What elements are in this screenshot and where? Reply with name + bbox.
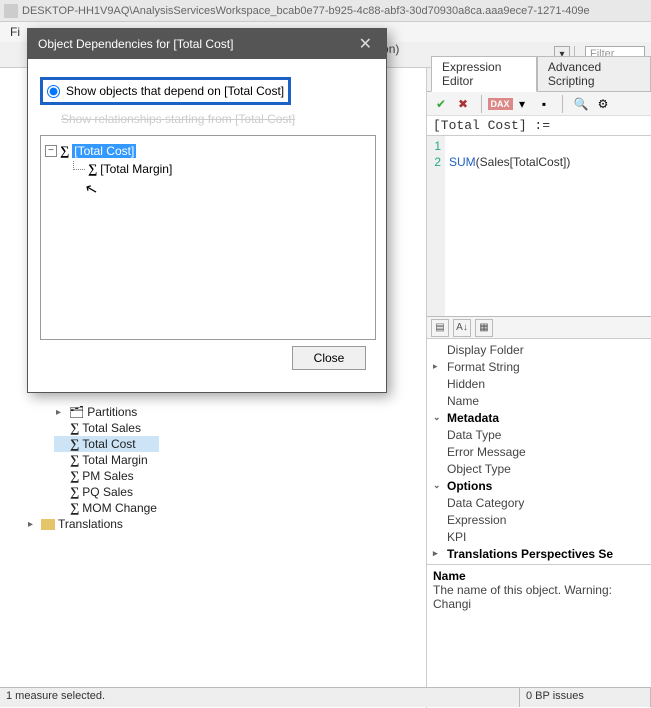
expander-icon[interactable]: ▸ — [56, 407, 66, 418]
radio-relationships[interactable]: Show relationships starting from [Total … — [40, 109, 376, 129]
expression-header: [Total Cost] := — [427, 116, 651, 136]
status-right: 0 BP issues — [520, 688, 651, 707]
tab-expression-editor[interactable]: Expression Editor — [431, 56, 537, 92]
sigma-icon: ∑ — [70, 420, 79, 436]
tree-connector — [73, 161, 85, 170]
tree-partitions[interactable]: ▸ 🗂 Partitions — [54, 404, 159, 420]
code-line-2: SUM(Sales[TotalCost]) — [449, 154, 570, 170]
dep-child-row[interactable]: ∑ [Total Margin] — [45, 160, 371, 178]
properties-toolbar: ▤ A↓ ▦ — [427, 317, 651, 339]
close-icon[interactable]: ✕ — [355, 34, 376, 54]
accept-icon[interactable]: ✔ — [433, 96, 449, 112]
cursor-icon: ↖ — [83, 179, 100, 200]
measure-row[interactable]: ∑ PQ Sales — [54, 484, 159, 500]
object-dependencies-dialog: Object Dependencies for [Total Cost] ✕ S… — [27, 28, 387, 393]
alphabetical-icon[interactable]: A↓ — [453, 319, 471, 337]
tab-advanced-scripting[interactable]: Advanced Scripting — [537, 56, 651, 91]
find-icon[interactable]: 🔍 — [573, 96, 589, 112]
code-area[interactable]: SUM(Sales[TotalCost]) — [445, 136, 574, 316]
dialog-titlebar[interactable]: Object Dependencies for [Total Cost] ✕ — [28, 29, 386, 59]
status-left: 1 measure selected. — [0, 688, 520, 707]
dialog-title: Object Dependencies for [Total Cost] — [38, 37, 355, 51]
expression-editor[interactable]: 1 2 SUM(Sales[TotalCost]) — [427, 136, 651, 316]
divider — [481, 95, 482, 113]
radio-dependents-highlighted[interactable]: Show objects that depend on [Total Cost] — [40, 77, 291, 105]
sigma-icon: ∑ — [88, 161, 97, 177]
model-tree: ▸ 🗂 Partitions ∑ Total Sales ∑ Total Cos… — [54, 404, 159, 532]
expression-toolbar: ✔ ✖ DAX ▾ ▪ 🔍 ⚙ — [427, 92, 651, 116]
window-titlebar: DESKTOP-HH1V9AQ\AnalysisServicesWorkspac… — [0, 0, 651, 22]
comment-icon[interactable]: ▪ — [536, 96, 552, 112]
dep-root-label: [Total Cost] — [72, 144, 136, 158]
app-icon — [4, 4, 18, 18]
sigma-icon: ∑ — [70, 436, 79, 452]
dax-badge[interactable]: DAX — [492, 96, 508, 112]
sigma-icon: ∑ — [70, 484, 79, 500]
sigma-icon: ∑ — [70, 500, 79, 516]
divider — [562, 95, 563, 113]
measure-row[interactable]: ∑ PM Sales — [54, 468, 159, 484]
props-pages-icon[interactable]: ▦ — [475, 319, 493, 337]
menu-item-file[interactable]: Fi — [10, 25, 20, 39]
cancel-icon[interactable]: ✖ — [455, 96, 471, 112]
partitions-icon: 🗂 — [69, 405, 84, 419]
dep-root-row[interactable]: − ∑ [Total Cost] — [45, 142, 371, 160]
format-icon[interactable]: ▾ — [514, 96, 530, 112]
tree-translations[interactable]: ▸ Translations — [26, 516, 159, 532]
measure-row[interactable]: ∑ Total Margin — [54, 452, 159, 468]
folder-icon — [41, 519, 55, 530]
window-title: DESKTOP-HH1V9AQ\AnalysisServicesWorkspac… — [22, 5, 590, 17]
dependency-tree[interactable]: − ∑ [Total Cost] ∑ [Total Margin] ↖ — [40, 135, 376, 340]
measure-row-selected[interactable]: ∑ Total Cost — [54, 436, 159, 452]
measure-row[interactable]: ∑ Total Sales — [54, 420, 159, 436]
measure-row[interactable]: ∑ MOM Change — [54, 500, 159, 516]
properties-description: Name The name of this object. Warning: C… — [427, 564, 651, 615]
properties-list[interactable]: Display Folder ▸Format String Hidden Nam… — [427, 339, 651, 564]
code-gutter: 1 2 — [427, 136, 445, 316]
sigma-icon: ∑ — [70, 452, 79, 468]
statusbar: 1 measure selected. 0 BP issues — [0, 687, 651, 707]
sigma-icon: ∑ — [60, 143, 69, 159]
expander-icon[interactable]: ▸ — [28, 519, 38, 530]
sigma-icon: ∑ — [70, 468, 79, 484]
right-pane: Expression Editor Advanced Scripting ✔ ✖… — [427, 68, 651, 708]
dep-child-label: [Total Margin] — [100, 162, 172, 176]
settings-icon[interactable]: ⚙ — [595, 96, 611, 112]
close-button[interactable]: Close — [292, 346, 366, 370]
radio-input[interactable] — [47, 85, 60, 98]
editor-tabbar: Expression Editor Advanced Scripting — [427, 68, 651, 92]
collapse-icon[interactable]: − — [45, 145, 57, 157]
categorized-icon[interactable]: ▤ — [431, 319, 449, 337]
properties-panel: ▤ A↓ ▦ Display Folder ▸Format String Hid… — [427, 316, 651, 708]
